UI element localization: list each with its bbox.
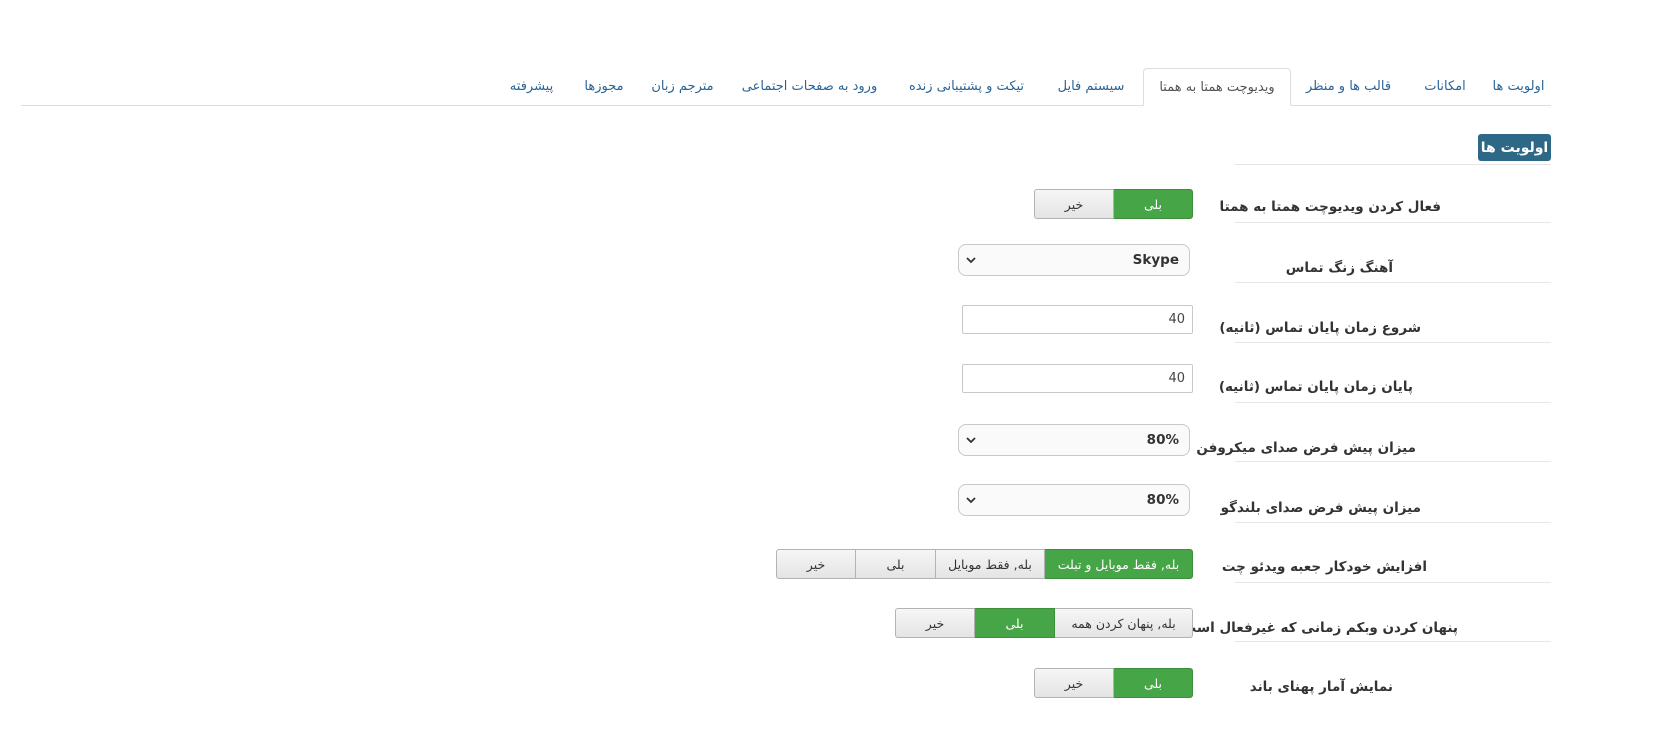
speaker-volume-value: 80% (1146, 492, 1179, 508)
divider (1235, 582, 1551, 583)
hide-webcam-label: پنهان کردن وبکم زمانی که غیرفعال است (1182, 620, 1458, 636)
tab-translator[interactable]: مترجم زبان (638, 68, 727, 105)
divider (1235, 222, 1551, 223)
divider (1235, 402, 1551, 403)
hide-webcam-yes-button[interactable]: بلی (974, 608, 1055, 638)
tab-p2p-videochat[interactable]: ویدیوچت همتا به همتا (1143, 68, 1291, 106)
ringtone-value: Skype (1132, 252, 1179, 268)
enable-p2p-no-button[interactable]: خیر (1034, 189, 1114, 219)
call-end-start-input[interactable] (962, 305, 1193, 334)
auto-expand-mobile-button[interactable]: بله, فقط موبایل (935, 549, 1045, 579)
call-end-finish-label: پایان زمان پایان تماس (ثانیه) (1218, 379, 1413, 395)
divider (1235, 282, 1551, 283)
divider (1235, 342, 1551, 343)
call-end-finish-input[interactable] (962, 364, 1193, 393)
divider (1235, 522, 1551, 523)
hide-webcam-hide-all-button[interactable]: بله, پنهان کردن همه (1054, 608, 1193, 638)
tab-tickets-support[interactable]: تیکت و پشتیبانی زنده (892, 68, 1041, 105)
bandwidth-stats-label: نمایش آمار پهنای باند (1249, 679, 1393, 695)
mic-volume-select[interactable]: 80% (958, 424, 1190, 456)
section-title: اولویت ها (1478, 134, 1551, 161)
auto-expand-mobile-tablet-button[interactable]: بله, فقط موبایل و تبلت (1044, 549, 1193, 579)
tab-permissions[interactable]: مجوزها (570, 68, 638, 105)
divider (1235, 164, 1551, 165)
tab-themes[interactable]: قالب ها و منظر (1293, 68, 1404, 105)
auto-expand-yes-button[interactable]: بلی (855, 549, 936, 579)
speaker-volume-label: میزان پیش فرض صدای بلندگو (1220, 500, 1421, 516)
auto-expand-no-button[interactable]: خیر (776, 549, 856, 579)
chevron-down-icon (966, 497, 976, 504)
enable-p2p-yes-button[interactable]: بلی (1113, 189, 1193, 219)
tab-advanced[interactable]: پیشرفته (493, 68, 570, 105)
ringtone-select[interactable]: Skype (958, 244, 1190, 276)
tab-bar: اولویت ها امکانات قالب ها و منظر ویدیوچت… (21, 68, 1551, 106)
enable-p2p-label: فعال کردن ویدیوچت همتا به همتا (1219, 199, 1442, 215)
mic-volume-label: میزان پیش فرض صدای میکروفن (1196, 440, 1416, 456)
chevron-down-icon (966, 437, 976, 444)
tab-file-system[interactable]: سیستم فایل (1041, 68, 1141, 105)
tab-social-login[interactable]: ورود به صفحات اجتماعی (727, 68, 892, 105)
divider (1235, 641, 1551, 642)
chevron-down-icon (966, 257, 976, 264)
mic-volume-value: 80% (1146, 432, 1179, 448)
tab-features[interactable]: امکانات (1404, 68, 1486, 105)
auto-expand-label: افزایش خودکار جعبه ویدئو چت (1221, 559, 1427, 575)
hide-webcam-no-button[interactable]: خیر (895, 608, 975, 638)
speaker-volume-select[interactable]: 80% (958, 484, 1190, 516)
divider (1235, 461, 1551, 462)
ringtone-label: آهنگ زنگ تماس (1285, 260, 1393, 276)
call-end-start-label: شروع زمان پایان تماس (ثانیه) (1219, 320, 1421, 336)
bandwidth-stats-yes-button[interactable]: بلی (1113, 668, 1193, 698)
tab-preferences[interactable]: اولویت ها (1486, 68, 1551, 105)
bandwidth-stats-no-button[interactable]: خیر (1034, 668, 1114, 698)
